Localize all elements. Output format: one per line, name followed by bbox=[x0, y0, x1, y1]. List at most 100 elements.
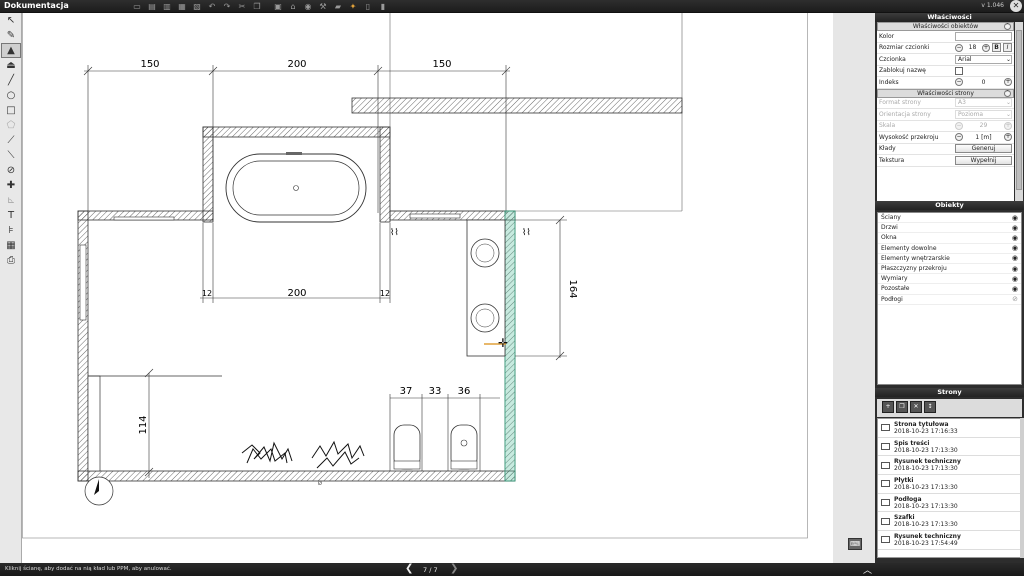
paste-icon[interactable]: ▣ bbox=[271, 1, 285, 12]
generate-button[interactable]: Generuj bbox=[955, 144, 1012, 154]
fill-button[interactable]: Wypełnij bbox=[955, 155, 1012, 165]
page-row[interactable]: Strona tytułowa 2018-10-23 17:16:33 bbox=[878, 419, 1021, 438]
page-icon bbox=[881, 424, 890, 432]
eye-icon[interactable]: ◉ bbox=[1012, 214, 1018, 222]
page-row[interactable]: Podłoga 2018-10-23 17:13:30 bbox=[878, 494, 1021, 513]
new-doc-icon[interactable]: ▭ bbox=[130, 1, 144, 12]
tool-d-icon[interactable]: ▰ bbox=[331, 1, 345, 12]
print-icon[interactable]: ▦ bbox=[175, 1, 189, 12]
eye-off-icon[interactable]: ⊘ bbox=[1012, 295, 1018, 303]
tool-c-icon[interactable]: ⚒ bbox=[316, 1, 330, 12]
index-value[interactable]: 0 bbox=[965, 79, 1002, 86]
rectangle-tool-icon[interactable]: □ bbox=[1, 103, 21, 118]
page-properties-header[interactable]: Właściwości strony ⌃ bbox=[877, 88, 1014, 98]
object-layer-row[interactable]: Wymiary ◉ bbox=[878, 274, 1021, 285]
move-page-icon[interactable]: ↕ bbox=[924, 401, 936, 413]
measure-tool-icon[interactable]: ⟍ bbox=[1, 148, 21, 163]
copy-icon[interactable]: ❐ bbox=[250, 1, 264, 12]
minus-icon[interactable]: − bbox=[955, 133, 963, 142]
minus-icon[interactable]: − bbox=[955, 78, 963, 87]
object-properties-header[interactable]: Właściwości obiektów ⌃ bbox=[877, 22, 1014, 31]
section-tool-icon[interactable]: ⏏ bbox=[1, 58, 21, 73]
height-value[interactable]: 1 [m] bbox=[965, 134, 1002, 141]
collapse-icon[interactable]: ︿ bbox=[863, 563, 872, 576]
add-page-icon[interactable]: + bbox=[882, 401, 894, 413]
page-row[interactable]: Rysunek techniczny 2018-10-23 17:54:49 bbox=[878, 531, 1021, 550]
open-icon[interactable]: ▤ bbox=[145, 1, 159, 12]
arrow-tool-icon[interactable]: ✚ bbox=[1, 178, 21, 193]
version-label: v 1.046 bbox=[981, 2, 1004, 9]
export-icon[interactable]: ▧ bbox=[190, 1, 204, 12]
table-tool-icon[interactable]: ▦ bbox=[1, 238, 21, 253]
next-page-icon[interactable]: ❯ bbox=[450, 563, 458, 574]
copy-page-icon[interactable]: ❐ bbox=[896, 401, 908, 413]
lock-name-checkbox[interactable] bbox=[955, 66, 963, 75]
delete-page-icon[interactable]: ✕ bbox=[910, 401, 922, 413]
pages-scrollbar[interactable] bbox=[1020, 418, 1024, 558]
tool-b-icon[interactable]: ◉ bbox=[301, 1, 315, 12]
plus-icon[interactable]: + bbox=[982, 43, 990, 52]
object-layer-row[interactable]: Podłogi ⊘ bbox=[878, 295, 1021, 305]
close-icon[interactable]: ✕ bbox=[1010, 0, 1022, 12]
object-layer-row[interactable]: Elementy dowolne ◉ bbox=[878, 244, 1021, 254]
italic-button[interactable]: I bbox=[1003, 43, 1012, 53]
format-row: Format strony A3 ⌄ bbox=[877, 98, 1014, 109]
object-layer-row[interactable]: Ściany ◉ bbox=[878, 213, 1021, 224]
prev-page-icon[interactable]: ❮ bbox=[405, 563, 413, 574]
page-row[interactable]: Płytki 2018-10-23 17:13:30 bbox=[878, 475, 1021, 494]
text-tool-icon[interactable]: T bbox=[1, 208, 21, 223]
scissors-icon[interactable]: ✂ bbox=[235, 1, 249, 12]
eye-icon[interactable]: ◉ bbox=[1012, 265, 1018, 273]
tool-g-icon[interactable]: ▮ bbox=[376, 1, 390, 12]
angle-tool-icon[interactable]: ⊘ bbox=[1, 163, 21, 178]
eye-icon[interactable]: ◉ bbox=[1012, 275, 1018, 283]
eye-icon[interactable]: ◉ bbox=[1012, 244, 1018, 252]
prop-label: Wysokość przekroju bbox=[879, 133, 939, 141]
bold-button[interactable]: B bbox=[992, 43, 1001, 53]
eye-icon[interactable]: ◉ bbox=[1012, 224, 1018, 232]
save-icon[interactable]: ▥ bbox=[160, 1, 174, 12]
object-layer-row[interactable]: Pozostałe ◉ bbox=[878, 284, 1021, 295]
tool-e-icon[interactable]: ✦ bbox=[346, 1, 360, 12]
polygon-tool-icon[interactable]: ⬠ bbox=[1, 118, 21, 133]
object-layer-row[interactable]: Płaszczyzny przekroju ◉ bbox=[878, 264, 1021, 275]
keyboard-icon[interactable]: ⌨ bbox=[848, 538, 862, 550]
page-row[interactable]: Rysunek techniczny 2018-10-23 17:13:30 bbox=[878, 456, 1021, 476]
object-layer-row[interactable]: Elementy wnętrzarskie ◉ bbox=[878, 254, 1021, 264]
tool-a-icon[interactable]: ⌂ bbox=[286, 1, 300, 12]
plus-icon[interactable]: + bbox=[1004, 78, 1012, 87]
collapse-icon[interactable]: ⌃ bbox=[1004, 23, 1011, 30]
select-tool-icon[interactable]: ↖ bbox=[1, 13, 21, 28]
edit-tool-icon[interactable]: ✎ bbox=[1, 28, 21, 43]
eye-icon[interactable]: ◉ bbox=[1012, 254, 1018, 262]
redo-icon[interactable]: ↷ bbox=[220, 1, 234, 12]
wall-tool-icon[interactable]: ▲ bbox=[1, 43, 21, 58]
object-layer-row[interactable]: Okna ◉ bbox=[878, 233, 1021, 244]
minus-icon[interactable]: − bbox=[955, 43, 963, 52]
circle-tool-icon[interactable]: ○ bbox=[1, 88, 21, 103]
font-select[interactable]: Arial ⌄ bbox=[955, 54, 1012, 64]
page-row[interactable]: Spis treści 2018-10-23 17:13:30 bbox=[878, 438, 1021, 457]
svg-text:Ø: Ø bbox=[318, 480, 322, 487]
undo-icon[interactable]: ↶ bbox=[205, 1, 219, 12]
color-swatch[interactable] bbox=[955, 31, 1012, 41]
line-tool-icon[interactable]: ╱ bbox=[1, 73, 21, 88]
wall bbox=[77, 470, 516, 482]
lock-name-row: Zablokuj nazwę bbox=[877, 66, 1014, 77]
print-tool-icon[interactable]: ⎙ bbox=[1, 253, 21, 268]
coords-tool-icon[interactable]: ⊾ bbox=[1, 193, 21, 208]
font-size-value[interactable]: 18 bbox=[965, 44, 980, 51]
eye-icon[interactable]: ◉ bbox=[1012, 234, 1018, 242]
floor-plan[interactable]: 150 200 150 12 200 12 ⌇⌇ ⌇⌇ 164 ✛ 114 37… bbox=[22, 13, 875, 563]
tool-f-icon[interactable]: ▯ bbox=[361, 1, 375, 12]
drawing-canvas[interactable]: 150 200 150 12 200 12 ⌇⌇ ⌇⌇ 164 ✛ 114 37… bbox=[22, 13, 875, 563]
page-row[interactable]: Szafki 2018-10-23 17:13:30 bbox=[878, 512, 1021, 532]
scrollbar-thumb[interactable] bbox=[1016, 30, 1022, 190]
dimension-tool-icon[interactable]: ⟋ bbox=[1, 133, 21, 148]
eye-icon[interactable]: ◉ bbox=[1012, 285, 1018, 293]
collapse-icon[interactable]: ⌃ bbox=[1004, 89, 1011, 97]
plus-icon[interactable]: + bbox=[1004, 133, 1012, 142]
object-layer-row[interactable]: Drzwi ◉ bbox=[878, 223, 1021, 234]
label-tool-icon[interactable]: ⊧ bbox=[1, 223, 21, 238]
properties-scrollbar[interactable] bbox=[1015, 22, 1023, 208]
